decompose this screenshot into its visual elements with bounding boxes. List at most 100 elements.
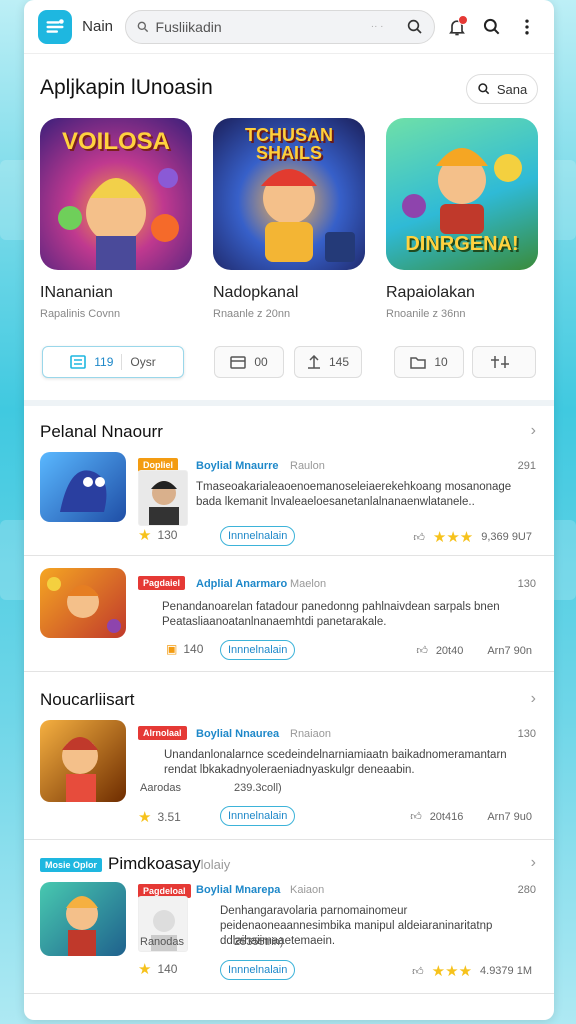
item-chip[interactable]: Innnelnalain (220, 526, 296, 546)
section-title: Noucarliisart (40, 690, 135, 709)
item-count: 291 (517, 460, 536, 472)
item-art (62, 737, 98, 802)
item-chip[interactable]: Innnelnalain (220, 806, 296, 826)
featured-title: Apljkapin lUnoasin (40, 76, 213, 99)
item-thumbnail[interactable] (40, 882, 126, 956)
game-thumbnail[interactable]: DINRGENA! (386, 118, 538, 270)
search-bar[interactable]: ·· · (124, 9, 435, 44)
see-all-label: Sana (496, 81, 528, 97)
pill-label: Oysr (130, 355, 156, 369)
item-chip[interactable]: Innnelnalain (220, 960, 296, 980)
calendar-small-icon: ▣ (166, 642, 178, 656)
item-thumbnail[interactable] (40, 720, 126, 802)
pill-value: 10 (434, 355, 448, 369)
more-vertical-icon (525, 19, 530, 34)
game-subtitle: Rnoanile z 36nn (386, 308, 466, 320)
filter-pill[interactable]: 119 Oysr (42, 346, 184, 378)
pill-value: 00 (254, 355, 268, 369)
item-title[interactable]: Boylial Mnaurre (196, 460, 279, 472)
item-rating: ▣ 140 (166, 642, 203, 656)
list-item[interactable]: Alrnolaal Boylial Nnaurea Rnaiaon 130 Un… (24, 712, 554, 840)
app-logo[interactable] (38, 9, 73, 44)
game-subtitle: Rapalinis Covnn (40, 308, 121, 320)
chevron-right-icon[interactable]: › (531, 854, 536, 872)
app-name: Nain (82, 18, 114, 35)
item-rating: ★ 130 (138, 526, 177, 544)
filter-pill[interactable]: 10 (394, 346, 464, 378)
list-item[interactable]: Pagdaiel Adplial Anarmaro Maelon 130 Pen… (24, 556, 554, 672)
share-icon (307, 355, 320, 369)
item-rating: ★ 3.51 (138, 808, 181, 826)
item-stat-value-2: Arn7 9u0 (487, 810, 532, 823)
see-all-button[interactable]: Sana (466, 74, 538, 104)
game-card[interactable]: VOILOSA INananian Rapalinis Covnn (40, 118, 192, 320)
top-bar: Nain ·· · (24, 0, 554, 54)
section-title-suffix: lolaiy (200, 857, 231, 872)
list-item[interactable]: Pagdeloal Boylial Mnarepa Kaiaon 280 Den… (24, 876, 554, 994)
game-name[interactable]: INananian (40, 284, 113, 302)
game-logo-text: TCHUSAN SHAILS (245, 125, 333, 163)
item-title[interactable]: Adplial Anarmaro (196, 578, 287, 590)
thumbs-up-icon[interactable]: 👍︎ (413, 531, 425, 544)
notification-button[interactable] (445, 13, 470, 41)
game-thumbnail[interactable]: VOILOSA (40, 118, 192, 270)
rating-value: 130 (157, 528, 178, 542)
thumbs-up-icon[interactable]: 👍︎ (412, 965, 424, 978)
game-subtitle: Rnaanle z 20nn (213, 308, 291, 320)
thumbs-up-icon[interactable]: 👍︎ (410, 810, 422, 823)
game-card[interactable]: DINRGENA! Rapaiolakan Rnoanile z 36nn (386, 118, 538, 320)
item-meta: Rnaiaon (290, 728, 331, 740)
game-card[interactable]: TCHUSAN SHAILS Nadopkanal Rnaanle z 20nn (213, 118, 365, 320)
filter-pill[interactable]: 145 (294, 346, 362, 378)
search-small-icon (137, 21, 148, 32)
search-input[interactable] (155, 18, 365, 35)
game-thumbnail[interactable]: TCHUSAN SHAILS (213, 118, 365, 270)
search-button[interactable] (480, 13, 505, 41)
chevron-right-icon[interactable]: › (531, 690, 536, 708)
item-thumbnail[interactable] (40, 568, 126, 638)
game-logo-text: VOILOSA (61, 128, 170, 155)
item-stats: 👍︎ 20t40 Arn7 90n (416, 644, 532, 658)
item-description: Penandanoarelan fatadour panedonng pahln… (162, 601, 500, 628)
item-tag: Alrnolaal (138, 726, 187, 740)
menu-logo-icon (46, 18, 64, 33)
filter-pill[interactable] (472, 346, 536, 378)
item-title[interactable]: Boylial Mnarepa (196, 884, 280, 896)
calendar-icon (230, 356, 247, 369)
game-name[interactable]: Rapaiolakan (386, 284, 475, 302)
section-title: Pimdkoasaylolaiy (108, 854, 230, 874)
search-icon[interactable] (406, 18, 424, 36)
thumbs-up-icon[interactable]: 👍︎ (416, 644, 428, 657)
item-sub-a: Aarodas (140, 782, 181, 794)
item-sub-b: 25355trin) (234, 936, 284, 948)
item-meta: Kaiaon (290, 884, 325, 896)
item-avatar (138, 470, 188, 526)
item-chip[interactable]: Innnelnalain (220, 640, 296, 660)
filter-pill[interactable]: 00 (214, 346, 284, 378)
item-meta: Raulon (290, 460, 325, 472)
star-icon: ★ (138, 527, 152, 544)
item-stat-value: 20t416 (429, 810, 464, 823)
item-description: Tmaseoakarialeaoenoemanoseleiaerekehkoan… (196, 481, 512, 508)
section-tag: Mosie Oplor (40, 858, 103, 872)
item-thumbnail[interactable] (40, 452, 126, 522)
game-name[interactable]: Nadopkanal (213, 284, 298, 302)
star-icon: ★ (138, 809, 152, 826)
game-logo-text: DINRGENA! (405, 233, 519, 255)
search-icon (484, 18, 500, 34)
search-hint: ·· · (370, 21, 384, 32)
rating-value: 140 (183, 642, 204, 656)
notification-badge (457, 14, 468, 25)
item-sub-a: Ranodas (140, 936, 185, 948)
chevron-right-icon[interactable]: › (531, 422, 536, 440)
item-stat-value-2: Arn7 90n (487, 644, 532, 657)
main-panel: Nain ·· · Apljkapin lUnoasin Sana (24, 0, 554, 1020)
item-art (66, 896, 98, 956)
pill-value: 119 (94, 355, 114, 369)
pill-value: 145 (328, 355, 350, 369)
item-title[interactable]: Boylial Nnaurea (196, 728, 279, 740)
more-menu-button[interactable] (515, 13, 540, 41)
section-title-text: Pimdkoasay (108, 854, 201, 873)
item-stats: 👍︎ 20t416 Arn7 9u0 (410, 810, 532, 824)
list-item[interactable]: Dopliel Boylial Mnaurre Raulon 291 Tmase… (24, 444, 554, 556)
